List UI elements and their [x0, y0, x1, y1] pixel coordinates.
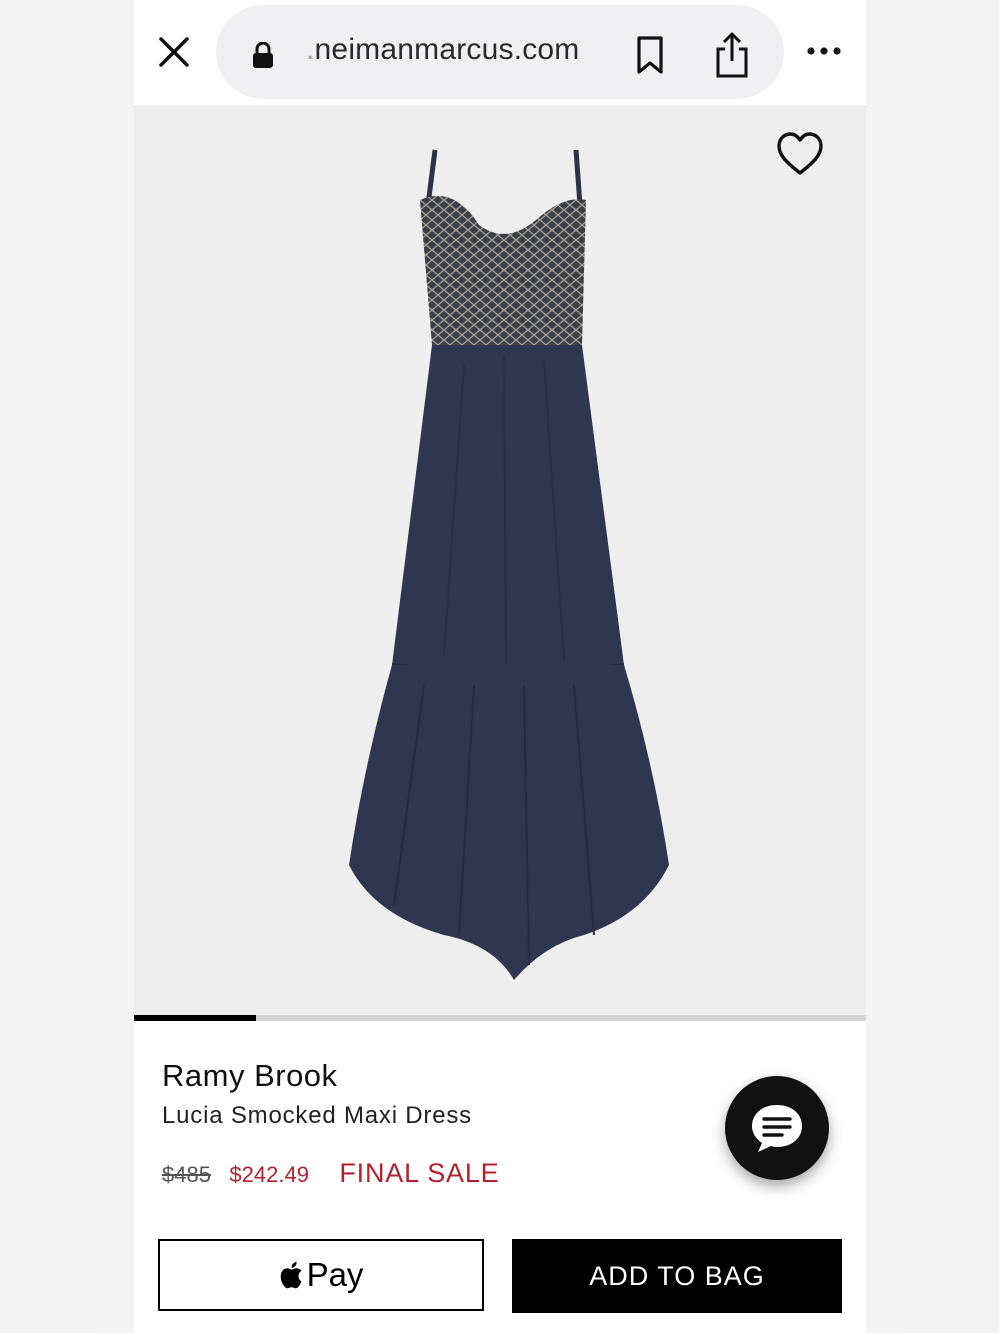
product-image[interactable]: [134, 105, 866, 1015]
chat-button[interactable]: [725, 1076, 829, 1180]
final-sale-label: FINAL SALE: [339, 1158, 500, 1188]
heart-icon[interactable]: [776, 131, 824, 179]
dress-photo: [349, 149, 669, 980]
mobile-screen: .neimanmarcus.com Ramy Brook Lucia Smock…: [134, 0, 866, 1333]
apple-logo-icon: [280, 1262, 302, 1289]
url-domain: neimanmarcus.com: [314, 33, 580, 66]
close-icon[interactable]: [156, 34, 192, 70]
apple-pay-button[interactable]: Pay: [158, 1239, 484, 1311]
bookmark-icon[interactable]: [634, 35, 666, 75]
price-row: $485 $242.49 FINAL SALE: [162, 1158, 499, 1192]
sale-price: $242.49: [229, 1162, 309, 1187]
original-price: $485: [162, 1162, 211, 1187]
image-carousel-progress: [134, 1015, 866, 1021]
carousel-active-indicator: [134, 1015, 257, 1021]
product-name: Lucia Smocked Maxi Dress: [162, 1102, 472, 1129]
more-icon[interactable]: [806, 44, 842, 56]
share-icon[interactable]: [714, 31, 750, 79]
browser-toolbar: .neimanmarcus.com: [134, 0, 866, 105]
address-bar[interactable]: .neimanmarcus.com: [216, 5, 784, 99]
product-brand[interactable]: Ramy Brook: [162, 1058, 338, 1094]
url-prefix: .: [306, 33, 315, 66]
add-to-bag-button[interactable]: ADD TO BAG: [512, 1239, 842, 1313]
lock-icon: [252, 41, 274, 68]
url-text: .neimanmarcus.com: [306, 33, 580, 67]
apple-pay-label: Pay: [306, 1256, 364, 1293]
chat-icon: [752, 1105, 802, 1152]
